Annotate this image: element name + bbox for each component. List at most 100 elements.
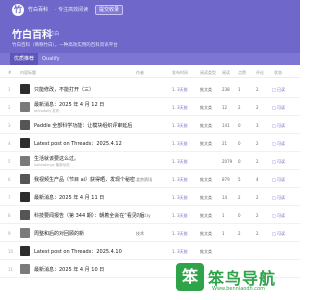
row-views: 21 — [222, 141, 228, 146]
row-status[interactable]: □ 可读 — [272, 123, 285, 129]
row-time: 1. 3天前 — [172, 177, 188, 182]
row-title-link[interactable]: 我视频生产品（节目 ai）获得晒，发现个秘密 — [34, 176, 135, 183]
row-thumbnail[interactable] — [20, 246, 30, 256]
submit-button[interactable]: 提交收录 — [95, 5, 124, 15]
col-status: 状态 — [274, 70, 282, 75]
tab-qualify[interactable]: Qualify — [38, 53, 64, 65]
row-likes: 1 — [238, 87, 241, 92]
table-header — [0, 68, 300, 78]
col-type: 阅读类型 — [200, 70, 216, 75]
row-title-link[interactable]: 生活就该要这么过。 — [34, 155, 79, 162]
row-likes: 2 — [238, 195, 241, 200]
row-type: 推文类 — [200, 249, 212, 254]
row-status[interactable]: □ 可读 — [272, 159, 285, 165]
col-likes: 点赞 — [238, 70, 246, 75]
row-number: 7 — [8, 195, 11, 200]
row-time: 1. 3天前 — [172, 87, 188, 92]
row-status[interactable]: □ 可读 — [272, 141, 285, 147]
row-thumbnail[interactable] — [20, 120, 30, 130]
row-thumbnail[interactable] — [20, 192, 30, 202]
brand-subtitle: · 专注高效阅读 — [55, 7, 89, 13]
row-comments: 2 — [256, 159, 259, 164]
row-thumbnail[interactable] — [20, 210, 30, 220]
col-author: 作者 — [136, 70, 144, 75]
row-number: 3 — [8, 123, 11, 128]
watermark-logo-icon: 笨 — [176, 263, 204, 291]
col-num: # — [8, 70, 12, 75]
row-title-link[interactable]: 科技要闻报告（第 344 期）：朝着全会在“看见”后 — [34, 212, 144, 219]
tab-recommended[interactable]: 优质推荐 — [10, 53, 39, 65]
row-thumbnail[interactable] — [20, 174, 30, 184]
row-type: 推文类 — [200, 105, 212, 110]
row-thumbnail[interactable] — [20, 138, 30, 148]
row-likes: 0 — [238, 213, 241, 218]
row-type: 推文类 — [200, 231, 212, 236]
row-type: 推文类 — [200, 195, 212, 200]
row-author: 技术 — [136, 231, 144, 236]
row-number: 2 — [8, 105, 11, 110]
row-number: 1 — [8, 87, 11, 92]
row-likes: 5 — [238, 177, 241, 182]
row-likes: 2 — [238, 231, 241, 236]
col-comments: 评论 — [256, 70, 264, 75]
row-number: 9 — [8, 231, 11, 236]
watermark: 笨 笨鸟导航 Www.benniaodh.com — [176, 263, 296, 297]
row-status[interactable]: □ 可读 — [272, 195, 285, 201]
row-thumbnail[interactable] — [20, 228, 30, 238]
site-tag: · 竹白 — [46, 31, 60, 37]
row-number: 5 — [8, 159, 11, 164]
row-likes: 0 — [238, 123, 241, 128]
row-likes: 2 — [238, 105, 241, 110]
row-thumbnail[interactable] — [20, 264, 30, 274]
row-thumbnail[interactable] — [20, 84, 30, 94]
row-status[interactable]: □ 可读 — [272, 177, 285, 183]
row-thumbnail[interactable] — [20, 102, 30, 112]
row-number: 11 — [8, 267, 14, 272]
brand-logo-icon[interactable]: 竹 — [12, 4, 24, 16]
row-time: 1. 3天前 — [172, 123, 188, 128]
row-time: 1. 3天前 — [172, 105, 188, 110]
row-thumbnail[interactable] — [20, 156, 30, 166]
row-views: 12 — [222, 105, 228, 110]
row-comments: 2 — [256, 105, 259, 110]
row-title-link[interactable]: Paddle 全部科学功能：让模块组织评审延后 — [34, 122, 132, 129]
row-likes: 0 — [238, 159, 241, 164]
row-views: 1 — [222, 231, 225, 236]
row-title-link[interactable]: 只能修改，不能打开（三） — [34, 86, 94, 93]
row-subtitle: pinfodaily 发布 — [34, 109, 60, 113]
row-title-link[interactable]: 最新消息：2025 年 4 月 10 日 — [34, 266, 104, 273]
row-author: 北京资讯 — [136, 177, 152, 182]
row-comments: 2 — [256, 141, 259, 146]
row-type: 推文类 — [200, 123, 212, 128]
row-type: 推文类 — [200, 213, 212, 218]
site-description: 竹白百科（简称竹白），一种高效实用的百科资讯平台 — [12, 43, 118, 48]
row-views: 879 — [222, 177, 230, 182]
row-author: Vectl.ly — [136, 213, 151, 218]
row-number: 10 — [8, 249, 14, 254]
row-type: 推文类 — [200, 141, 212, 146]
row-status[interactable]: □ 可读 — [272, 213, 285, 219]
row-status[interactable]: □ 可读 — [272, 105, 285, 111]
row-comments: 3 — [256, 123, 259, 128]
row-status[interactable]: □ 可读 — [272, 231, 285, 237]
col-title: 内容标题 — [20, 70, 36, 75]
row-comments: 4 — [256, 177, 259, 182]
row-type: 推文类 — [200, 177, 212, 182]
row-title-link[interactable]: Latest post on Threads：2025.4.10 — [34, 248, 122, 255]
row-status[interactable]: □ 已读 — [272, 87, 285, 93]
row-title-link[interactable]: Latest post on Threads：2025.4.12 — [34, 140, 122, 147]
row-title-link[interactable]: 最新消息：2025 年 4 月 12 日 — [34, 101, 104, 108]
row-time: 1. 3天前 — [172, 249, 188, 254]
row-time: 1. 3天前 — [172, 159, 188, 164]
row-title-link[interactable]: 最新消息：2025 年 4 月 11 日 — [34, 194, 104, 201]
row-title-link[interactable]: 周整和后的对回顾的新 — [34, 230, 84, 237]
row-comments: 2 — [256, 87, 259, 92]
col-time: 发布时间 — [172, 70, 188, 75]
col-views: 阅读 — [222, 70, 230, 75]
row-views: 141 — [222, 123, 230, 128]
row-views: 2079 — [222, 159, 233, 164]
row-time: 1. 3天前 — [172, 213, 188, 218]
brand-name[interactable]: 竹白百科 — [28, 6, 48, 13]
row-time: 1. 3天前 — [172, 141, 188, 146]
watermark-url: Www.benniaodh.com — [212, 286, 265, 292]
